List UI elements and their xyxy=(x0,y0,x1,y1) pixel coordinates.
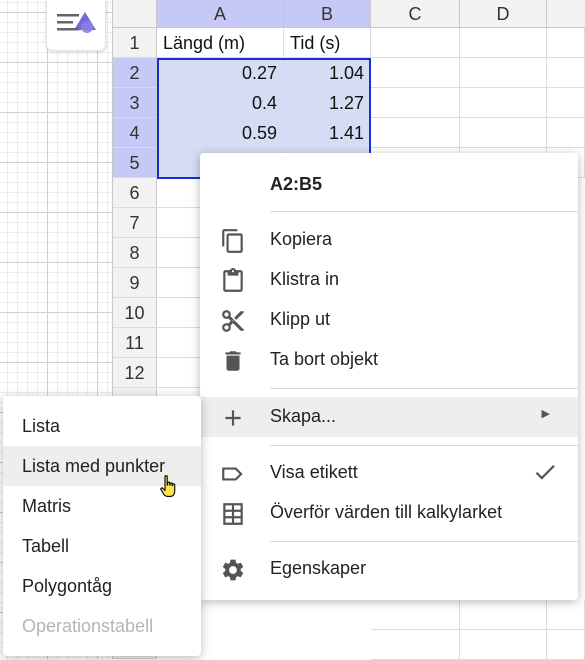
menu-item-label: Klistra in xyxy=(270,269,340,289)
cell-d-bottom[interactable] xyxy=(460,600,547,630)
column-header-b[interactable]: B xyxy=(284,0,371,28)
menu-item-copy[interactable]: Kopiera xyxy=(200,220,578,260)
submenu-item-label: Operationstabell xyxy=(22,616,154,636)
cell-b4[interactable]: 1.41 xyxy=(284,118,371,148)
cell-d1[interactable] xyxy=(460,28,547,58)
submenu-item-label: Polygontåg xyxy=(22,576,113,596)
style-bar-toggle-button[interactable] xyxy=(46,0,106,51)
menu-item-label: Klipp ut xyxy=(270,309,331,329)
create-submenu: Lista Lista med punkter Matris Tabell Po… xyxy=(3,396,201,656)
row-header-10[interactable]: 10 xyxy=(113,298,157,328)
menu-item-label: Ta bort objekt xyxy=(270,349,379,369)
sheet-corner[interactable] xyxy=(113,0,157,28)
row-header-5[interactable]: 5 xyxy=(113,148,157,178)
cell-c-bottom2[interactable] xyxy=(371,630,460,660)
cell-d2[interactable] xyxy=(460,58,547,88)
cell-c2[interactable] xyxy=(371,58,460,88)
menu-separator xyxy=(270,445,578,446)
context-menu: A2:B5 Kopiera Klistra in Klipp ut Ta bor… xyxy=(200,153,578,600)
menu-item-label: Kopiera xyxy=(270,229,333,249)
menu-separator xyxy=(270,541,578,542)
submenu-item-label: Tabell xyxy=(22,536,70,556)
submenu-item-polyline[interactable]: Polygontåg xyxy=(3,566,201,606)
menu-item-cut[interactable]: Klipp ut xyxy=(200,300,578,340)
row-header-9[interactable]: 9 xyxy=(113,268,157,298)
row-header-8[interactable]: 8 xyxy=(113,238,157,268)
submenu-item-operation-table: Operationstabell xyxy=(3,606,201,646)
submenu-item-label: Lista med punkter xyxy=(22,456,166,476)
menu-separator xyxy=(270,388,578,389)
context-menu-title: A2:B5 xyxy=(270,174,323,194)
menu-item-show-label[interactable]: Visa etikett xyxy=(200,453,578,493)
cell-b2[interactable]: 1.04 xyxy=(284,58,371,88)
menu-item-delete[interactable]: Ta bort objekt xyxy=(200,340,578,380)
menu-item-label: Överför värden till kalkylarket xyxy=(270,502,503,522)
row-header-1[interactable]: 1 xyxy=(113,28,157,58)
row-header-2[interactable]: 2 xyxy=(113,58,157,88)
style-bar-icon xyxy=(57,12,96,33)
menu-item-properties[interactable]: Egenskaper xyxy=(200,549,578,589)
submenu-item-label: Matris xyxy=(22,496,71,516)
menu-item-paste[interactable]: Klistra in xyxy=(200,260,578,300)
table-icon xyxy=(220,501,246,527)
cell-e2[interactable] xyxy=(547,58,585,88)
submenu-item-label: Lista xyxy=(22,416,61,436)
cell-c1[interactable] xyxy=(371,28,460,58)
cell-c-bottom[interactable] xyxy=(371,600,460,630)
row-header-4[interactable]: 4 xyxy=(113,118,157,148)
submenu-item-table[interactable]: Tabell xyxy=(3,526,201,566)
column-header-e[interactable] xyxy=(547,0,585,28)
cell-b3[interactable]: 1.27 xyxy=(284,88,371,118)
row-header-6[interactable]: 6 xyxy=(113,178,157,208)
menu-item-label: Egenskaper xyxy=(270,558,367,578)
row-header-3[interactable]: 3 xyxy=(113,88,157,118)
menu-item-label: Skapa... xyxy=(270,406,337,426)
row-header-11[interactable]: 11 xyxy=(113,328,157,358)
cell-d-bottom2[interactable] xyxy=(460,630,547,660)
submenu-item-list[interactable]: Lista xyxy=(3,406,201,446)
cell-a4[interactable]: 0.59 xyxy=(157,118,284,148)
cell-e-bottom2[interactable] xyxy=(547,630,585,660)
column-header-a[interactable]: A xyxy=(157,0,284,28)
cell-d4[interactable] xyxy=(460,118,547,148)
plus-icon xyxy=(220,405,246,431)
label-icon xyxy=(220,461,246,487)
hand-cursor-icon xyxy=(158,474,180,500)
cell-c3[interactable] xyxy=(371,88,460,118)
menu-item-label: Visa etikett xyxy=(270,462,358,482)
cell-e1[interactable] xyxy=(547,28,585,58)
column-header-d[interactable]: D xyxy=(460,0,547,28)
cell-a1[interactable]: Längd (m) xyxy=(157,28,284,58)
cell-d3[interactable] xyxy=(460,88,547,118)
cell-b1[interactable]: Tid (s) xyxy=(284,28,371,58)
cell-e3[interactable] xyxy=(547,88,585,118)
cell-e4[interactable] xyxy=(547,118,585,148)
cell-e-bottom[interactable] xyxy=(547,600,585,630)
menu-item-transfer-to-spreadsheet[interactable]: Överför värden till kalkylarket xyxy=(200,493,578,533)
scissors-icon xyxy=(220,308,246,334)
row-header-12[interactable]: 12 xyxy=(113,358,157,388)
copy-icon xyxy=(220,228,246,254)
cell-a2[interactable]: 0.27 xyxy=(157,58,284,88)
row-header-7[interactable]: 7 xyxy=(113,208,157,238)
trash-icon xyxy=(220,348,246,374)
cell-c4[interactable] xyxy=(371,118,460,148)
gear-icon xyxy=(220,557,246,583)
cell-a3[interactable]: 0.4 xyxy=(157,88,284,118)
paste-icon xyxy=(220,268,246,294)
checkmark-icon xyxy=(532,459,558,490)
submenu-arrow-icon: ▶ xyxy=(541,408,550,420)
menu-separator xyxy=(270,211,578,212)
menu-item-create[interactable]: Skapa... ▶ xyxy=(200,397,578,437)
column-header-c[interactable]: C xyxy=(371,0,460,28)
